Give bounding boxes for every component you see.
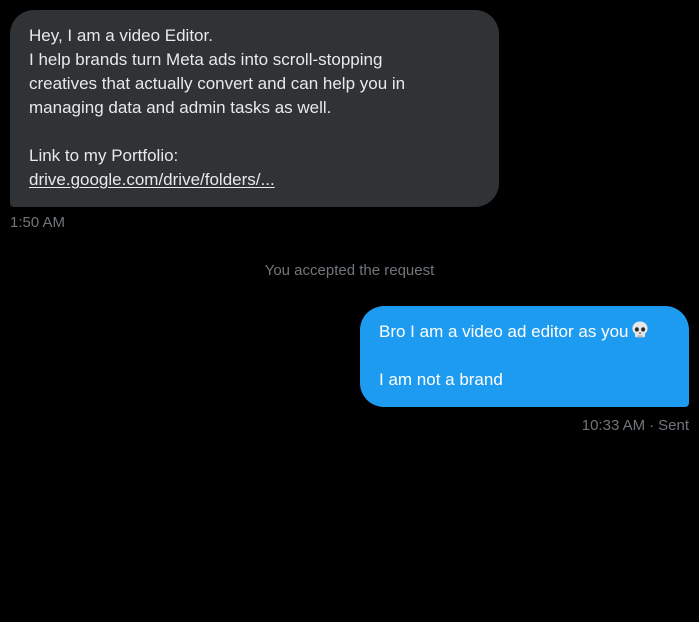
message-line: I help brands turn Meta ads into scroll-…	[29, 50, 383, 69]
meta-separator: ·	[649, 417, 655, 434]
skull-icon	[630, 320, 650, 347]
message-line: Hey, I am a video Editor.	[29, 26, 213, 45]
sent-message-bubble[interactable]: Bro I am a video ad editor as you I am n…	[360, 306, 689, 407]
sent-message-meta: 10:33 AM · Sent	[582, 417, 689, 435]
conversation-thread: Hey, I am a video Editor. I help brands …	[0, 0, 699, 622]
received-message-timestamp: 1:50 AM	[10, 214, 66, 231]
message-line: Bro I am a video ad editor as you	[379, 322, 629, 341]
message-line: I am not a brand	[379, 370, 503, 389]
message-line: managing data and admin tasks as well.	[29, 98, 332, 117]
sent-status: Sent	[658, 417, 689, 434]
sent-message-timestamp: 10:33 AM	[581, 417, 646, 434]
portfolio-label: Link to my Portfolio:	[29, 146, 179, 165]
request-accepted-notice: You accepted the request	[264, 262, 435, 279]
received-message-bubble[interactable]: Hey, I am a video Editor. I help brands …	[10, 10, 499, 207]
portfolio-link[interactable]: drive.google.com/drive/folders/...	[29, 170, 275, 189]
message-line: creatives that actually convert and can …	[29, 74, 406, 93]
